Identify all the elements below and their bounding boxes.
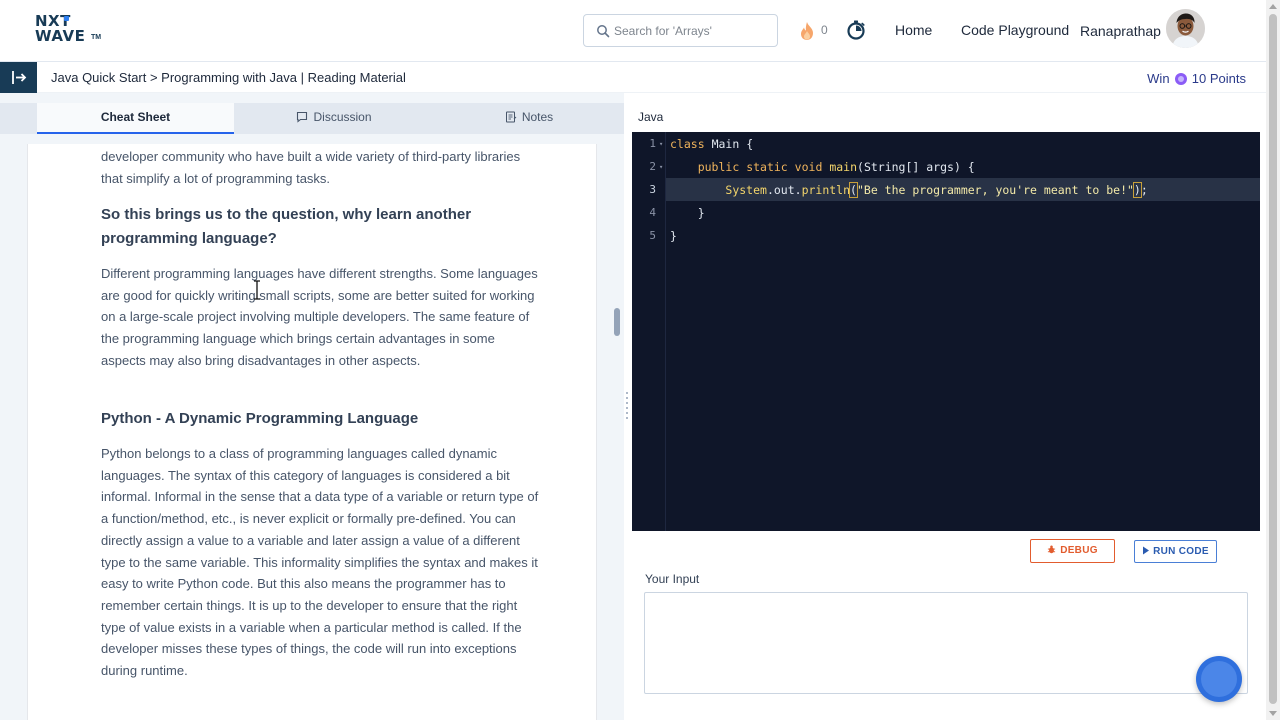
token-keyword: void xyxy=(794,160,823,174)
paragraph-python: Python belongs to a class of programming… xyxy=(101,446,539,679)
breadcrumb: Java Quick Start > Programming with Java… xyxy=(51,70,406,85)
tab-discussion-label: Discussion xyxy=(313,110,372,124)
code-editor[interactable]: 1 ▾ 2 ▾ 3 4 5 class Main { public static… xyxy=(632,132,1260,531)
token-keyword: static xyxy=(746,160,788,174)
line-number: 4 xyxy=(649,206,656,219)
token-params: (String[] args) { xyxy=(857,160,975,174)
reading-panel: Cheat Sheet Discussion Notes developer c… xyxy=(0,93,624,720)
token-brace: } xyxy=(670,229,677,243)
bug-icon xyxy=(1048,545,1056,554)
token-keyword: public xyxy=(697,160,740,174)
nxtwave-logo[interactable]: NXT WAVE TM xyxy=(35,13,105,47)
fold-arrow-icon[interactable]: ▾ xyxy=(659,163,663,171)
panel-resize-handle[interactable] xyxy=(625,392,629,424)
logo-dot xyxy=(64,16,69,21)
token-class-name: Main xyxy=(711,137,740,151)
tab-notes[interactable]: Notes xyxy=(434,103,624,134)
debug-label: DEBUG xyxy=(1060,545,1098,556)
heading-python-dynamic: Python - A Dynamic Programming Language xyxy=(101,410,419,427)
search-input[interactable] xyxy=(614,21,764,41)
scroll-up-arrow-icon[interactable] xyxy=(1269,4,1277,9)
fold-arrow-icon[interactable]: ▾ xyxy=(659,140,663,148)
chat-widget-image-icon xyxy=(1201,661,1237,697)
token-function: main xyxy=(829,160,858,174)
token-bracket-match: ) xyxy=(1132,182,1142,198)
heading-why-learn: So this brings us to the question, why l… xyxy=(101,206,472,247)
input-label: Your Input xyxy=(645,572,700,586)
avatar[interactable] xyxy=(1166,9,1205,48)
page-scrollbar[interactable] xyxy=(1266,0,1280,720)
text-cursor-icon xyxy=(254,280,260,300)
tab-notes-label: Notes xyxy=(521,110,554,124)
chat-bubble-icon xyxy=(297,111,308,123)
top-navigation-bar: NXT WAVE TM 0 Home Code Playground Ranap… xyxy=(0,0,1280,62)
run-code-label: RUN CODE xyxy=(1153,546,1209,557)
code-line-3: System.out.println("Be the programmer, y… xyxy=(670,182,1148,198)
expand-sidebar-icon xyxy=(12,71,27,84)
paragraph-strengths: Different programming languages have dif… xyxy=(101,266,538,368)
win-points: Win 10 Points xyxy=(1147,71,1246,86)
nav-link-code-playground[interactable]: Code Playground xyxy=(961,22,1069,38)
sidebar-toggle-button[interactable] xyxy=(0,62,37,93)
logo-line2: WAVE xyxy=(35,27,86,45)
run-code-button[interactable]: RUN CODE xyxy=(1134,540,1217,563)
user-photo-icon xyxy=(1166,9,1205,48)
editor-language: Java xyxy=(638,110,664,124)
user-name[interactable]: Ranaprathap xyxy=(1080,23,1161,39)
win-label: Win xyxy=(1147,71,1170,86)
help-chat-widget[interactable] xyxy=(1196,656,1242,702)
token-bracket-match: ( xyxy=(849,182,858,198)
logo-trademark: TM xyxy=(91,34,102,41)
line-number-gutter: 1 ▾ 2 ▾ 3 4 5 xyxy=(632,132,666,531)
token-keyword: class xyxy=(670,137,705,151)
tab-discussion[interactable]: Discussion xyxy=(234,103,434,134)
stopwatch-icon[interactable] xyxy=(846,20,866,40)
token-string: "Be the programmer, you're meant to be!" xyxy=(856,183,1134,197)
token-function: println xyxy=(801,183,851,197)
code-line-5: } xyxy=(670,229,677,243)
tab-cheat-sheet[interactable]: Cheat Sheet xyxy=(37,103,234,134)
play-icon xyxy=(1143,546,1150,555)
page-scrollbar-thumb[interactable] xyxy=(1269,14,1277,704)
line-number: 3 xyxy=(649,183,656,196)
line-number: 2 xyxy=(649,160,656,173)
token-member: .out. xyxy=(766,183,802,197)
nav-link-home[interactable]: Home xyxy=(895,22,932,38)
tab-cheat-sheet-label: Cheat Sheet xyxy=(100,110,171,124)
cheat-sheet-content[interactable]: developer community who have built a wid… xyxy=(27,144,597,720)
program-input-field[interactable] xyxy=(644,592,1248,694)
code-line-1: class Main { xyxy=(670,137,753,151)
content-scrollbar[interactable] xyxy=(614,308,620,336)
search-icon xyxy=(597,25,610,38)
code-line-4: } xyxy=(670,206,705,220)
points-coin-icon xyxy=(1175,73,1188,85)
line-number: 5 xyxy=(649,229,656,242)
search-box[interactable] xyxy=(583,14,778,47)
debug-button[interactable]: DEBUG xyxy=(1030,539,1115,563)
scroll-down-arrow-icon[interactable] xyxy=(1269,711,1277,716)
token-semicolon: ; xyxy=(1140,183,1148,197)
token-class: System xyxy=(725,183,767,197)
line-number: 1 xyxy=(649,137,656,150)
paragraph-intro: developer community who have built a wid… xyxy=(101,149,521,186)
streak-counter[interactable]: 0 xyxy=(799,20,831,42)
reading-tabs: Cheat Sheet Discussion Notes xyxy=(0,103,624,134)
code-line-2: public static void main(String[] args) { xyxy=(670,160,975,174)
token-brace: } xyxy=(697,206,705,220)
flame-icon xyxy=(801,22,813,40)
notes-icon xyxy=(505,111,517,123)
breadcrumb-bar: Java Quick Start > Programming with Java… xyxy=(0,62,1266,93)
win-points-value: 10 Points xyxy=(1191,71,1246,86)
streak-count: 0 xyxy=(821,23,828,37)
token-brace: { xyxy=(746,137,754,151)
